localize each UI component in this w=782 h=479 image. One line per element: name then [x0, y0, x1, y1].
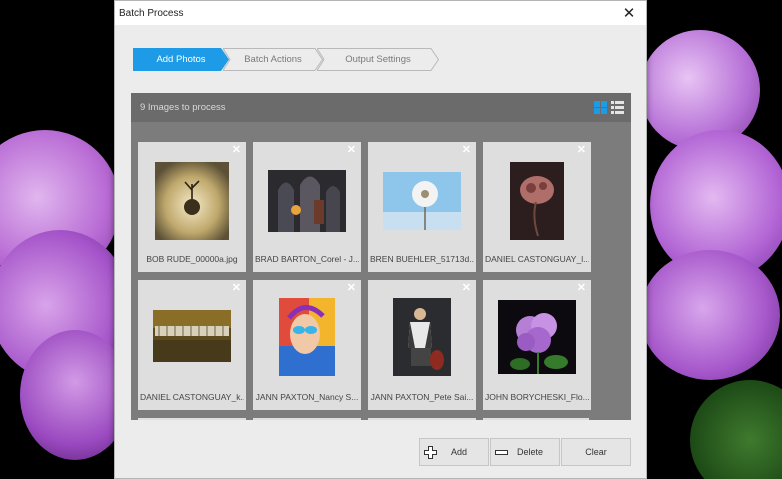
- remove-image-icon[interactable]: ✕: [462, 145, 471, 156]
- remove-image-icon[interactable]: ✕: [577, 283, 586, 294]
- image-filename: JOHN BORYCHESKI_Flo...: [485, 392, 589, 402]
- footer-actions: Add Delete Clear: [419, 438, 631, 466]
- image-thumbnail: [155, 162, 229, 240]
- image-thumbnail: [510, 162, 564, 240]
- image-filename: BREN BUEHLER_51713d...: [370, 254, 474, 264]
- image-tile[interactable]: ✕ JANN PAXTON_Pete Sai...: [368, 280, 476, 410]
- minus-icon: [495, 450, 508, 455]
- image-tile[interactable]: ✕ DANIEL CASTONGUAY_l...: [483, 142, 591, 272]
- image-thumbnail: [498, 300, 576, 374]
- dialog-title: Batch Process: [119, 7, 184, 19]
- list-view-icon[interactable]: [611, 101, 624, 114]
- clear-label: Clear: [585, 447, 607, 457]
- step-add-photos[interactable]: Add Photos: [133, 48, 229, 71]
- delete-label: Delete: [516, 447, 543, 457]
- image-filename: DANIEL CASTONGUAY_k...: [140, 392, 244, 402]
- image-count: 9 Images to process: [140, 102, 226, 113]
- step-output-settings[interactable]: Output Settings: [317, 48, 439, 71]
- image-tile[interactable]: ✕ BREN BUEHLER_51713d...: [368, 142, 476, 272]
- image-tile[interactable]: ✕ BOB RUDE_00000a.jpg: [138, 142, 246, 272]
- batch-process-dialog: Batch Process ✕ Add Photos Batch Actions…: [114, 0, 647, 479]
- remove-image-icon[interactable]: ✕: [347, 145, 356, 156]
- step-label: Batch Actions: [244, 54, 302, 65]
- remove-image-icon[interactable]: ✕: [462, 283, 471, 294]
- image-thumbnail: [153, 310, 231, 362]
- add-button[interactable]: Add: [419, 438, 489, 466]
- step-label: Add Photos: [156, 54, 206, 65]
- grid-view-icon[interactable]: [594, 101, 607, 114]
- delete-button[interactable]: Delete: [490, 438, 560, 466]
- image-filename: JANN PAXTON_Nancy S...: [255, 392, 359, 402]
- image-filename: DANIEL CASTONGUAY_l...: [485, 254, 589, 264]
- remove-image-icon[interactable]: ✕: [347, 283, 356, 294]
- image-tile[interactable]: ✕ JOHN BORYCHESKI_Flo...: [483, 280, 591, 410]
- close-icon[interactable]: ✕: [620, 4, 638, 22]
- image-tile[interactable]: ✕ BRAD BARTON_Corel - J...: [253, 142, 361, 272]
- remove-image-icon[interactable]: ✕: [232, 283, 241, 294]
- dialog-titlebar: Batch Process ✕: [115, 1, 646, 25]
- image-thumbnail: [393, 298, 451, 376]
- remove-image-icon[interactable]: ✕: [232, 145, 241, 156]
- view-toggle: [594, 101, 624, 114]
- image-thumbnail: [279, 298, 335, 376]
- image-thumbnail: [383, 172, 461, 230]
- panel-header: 9 Images to process: [131, 93, 631, 122]
- image-filename: BRAD BARTON_Corel - J...: [255, 254, 359, 264]
- plus-icon: [424, 446, 437, 459]
- step-label: Output Settings: [345, 54, 411, 65]
- image-filename: JANN PAXTON_Pete Sai...: [370, 392, 474, 402]
- image-tile[interactable]: ✕ JANN PAXTON_Nancy S...: [253, 280, 361, 410]
- image-thumbnail: [268, 170, 346, 232]
- clear-button[interactable]: Clear: [561, 438, 631, 466]
- image-tile[interactable]: ✕ DANIEL CASTONGUAY_k...: [138, 280, 246, 410]
- image-filename: BOB RUDE_00000a.jpg: [146, 254, 238, 264]
- images-panel: 9 Images to process ✕ BOB RUDE_00000a.jp…: [131, 93, 631, 420]
- step-batch-actions[interactable]: Batch Actions: [223, 48, 323, 71]
- wizard-steps: Add Photos Batch Actions Output Settings: [133, 48, 439, 71]
- add-label: Add: [450, 447, 467, 457]
- next-row-edge: [138, 418, 589, 420]
- remove-image-icon[interactable]: ✕: [577, 145, 586, 156]
- image-grid: ✕ BOB RUDE_00000a.jpg ✕ BRAD BARTON_Core…: [138, 142, 591, 410]
